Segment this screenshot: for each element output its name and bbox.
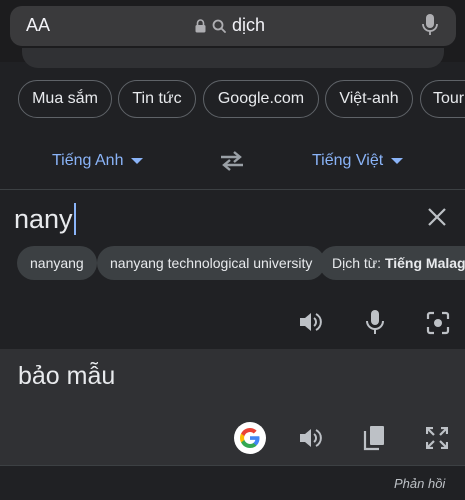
search-icon	[212, 19, 226, 33]
divider	[0, 465, 465, 466]
source-language-label: Tiếng Anh	[52, 152, 124, 169]
lock-icon	[195, 18, 206, 32]
microphone-icon	[422, 14, 438, 35]
speaker-icon	[300, 429, 322, 447]
chip-label: Việt-anh	[339, 90, 399, 107]
feedback-link[interactable]: Phản hồi	[394, 476, 445, 491]
divider	[0, 189, 465, 190]
fullscreen-icon	[426, 427, 448, 449]
listen-source-button[interactable]	[298, 310, 324, 334]
source-text-input[interactable]: nany	[14, 203, 76, 235]
fullscreen-button[interactable]	[426, 427, 448, 449]
chip-label: Tour	[433, 90, 465, 107]
text-size-button[interactable]: AA	[26, 15, 50, 36]
chevron-down-icon	[131, 158, 144, 164]
listen-translation-button[interactable]	[298, 426, 324, 450]
chip-news[interactable]: Tin tức	[118, 80, 196, 118]
suggestion-label: nanyang	[30, 255, 84, 271]
clear-input-button[interactable]	[426, 206, 448, 228]
detect-language: Tiếng Malag	[384, 255, 465, 271]
text-cursor	[73, 203, 76, 235]
close-icon	[428, 208, 446, 226]
google-icon	[240, 428, 260, 448]
camera-icon	[426, 311, 450, 335]
suggestion-chip[interactable]: nanyang technological university	[97, 246, 326, 280]
swap-icon	[221, 151, 243, 171]
copy-button[interactable]	[363, 425, 385, 451]
chip-google[interactable]: Google.com	[203, 80, 319, 118]
microphone-icon	[366, 310, 384, 334]
detect-label: Dịch từ:	[332, 255, 382, 271]
swap-languages-button[interactable]	[219, 150, 245, 172]
text-size-label: AA	[26, 15, 51, 35]
copy-icon	[363, 426, 384, 451]
detect-language-chip[interactable]: Dịch từ: Tiếng Malag	[319, 246, 465, 280]
chip-viet-anh[interactable]: Việt-anh	[325, 80, 413, 118]
address-display[interactable]: dịch	[195, 15, 265, 36]
suggestion-label: nanyang technological university	[110, 255, 313, 271]
chip-label: Google.com	[217, 90, 305, 107]
chip-shopping[interactable]: Mua sắm	[18, 80, 112, 118]
voice-input-button[interactable]	[364, 309, 386, 335]
address-text: dịch	[232, 15, 266, 35]
target-language-select[interactable]: Tiếng Việt	[312, 152, 404, 170]
translation-output: bảo mẫu	[18, 362, 116, 390]
camera-input-button[interactable]	[426, 311, 450, 335]
search-box-remnant	[22, 48, 444, 68]
voice-search-button[interactable]	[420, 13, 440, 42]
chip-label: Mua sắm	[32, 90, 98, 107]
source-text: nany	[14, 203, 73, 234]
speaker-icon	[300, 313, 322, 331]
target-language-label: Tiếng Việt	[312, 152, 384, 169]
source-language-select[interactable]: Tiếng Anh	[52, 152, 144, 170]
chevron-down-icon	[391, 158, 404, 164]
google-button[interactable]	[234, 422, 266, 454]
chip-tour[interactable]: Tour	[420, 80, 465, 118]
chip-label: Tin tức	[132, 90, 182, 107]
suggestion-chip[interactable]: nanyang	[17, 246, 97, 280]
